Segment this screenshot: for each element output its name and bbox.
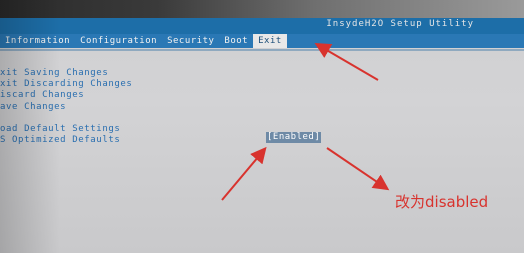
annotation-text: 改为disabled: [395, 193, 489, 211]
arrow-to-enabled-value: [221, 146, 267, 201]
arrow-to-annotation: [326, 147, 390, 191]
annotation-arrows: [221, 42, 390, 201]
arrow-to-exit-tab: [314, 42, 379, 81]
